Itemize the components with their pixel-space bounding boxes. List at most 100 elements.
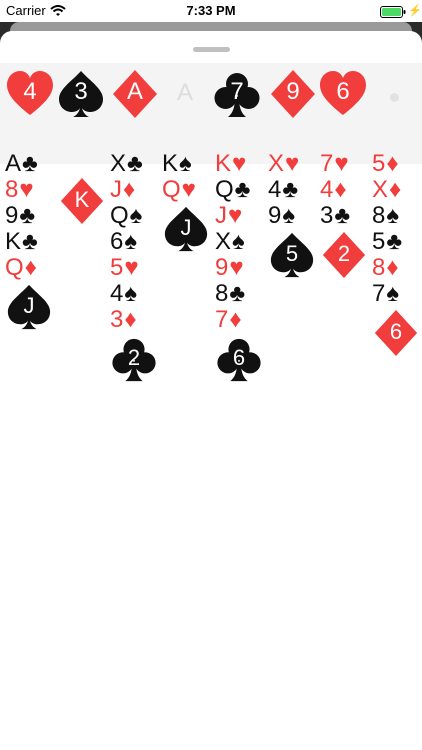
stacked-card[interactable]: 9♣ xyxy=(5,203,59,229)
stacked-card[interactable]: K♥ xyxy=(215,151,269,177)
tableau-column-5: K♥ Q♣ J♥ X♠ 9♥ 8♣ 7♦ 6 xyxy=(215,151,269,385)
card-suit: ♣ xyxy=(22,150,38,177)
card-rank: 6 xyxy=(232,345,246,370)
card-rank: 4 xyxy=(268,176,282,203)
foundation-card-4[interactable]: A xyxy=(160,69,210,119)
card-suit: ♦ xyxy=(123,176,136,203)
foundation-card-3[interactable]: A xyxy=(110,69,160,119)
stacked-card[interactable]: 9♠ xyxy=(268,203,322,229)
card-rank: 9 xyxy=(215,254,229,281)
top-card[interactable]: 2 xyxy=(110,335,158,385)
card-rank: A xyxy=(126,78,143,105)
card-rank: 8 xyxy=(372,254,386,281)
sheet-grabber[interactable] xyxy=(193,47,230,52)
card-rank: Q xyxy=(5,254,24,281)
stacked-card[interactable]: X♣ xyxy=(110,151,164,177)
card-rank: 7 xyxy=(320,150,334,177)
stacked-card[interactable]: Q♣ xyxy=(215,177,269,203)
card-suit: ♦ xyxy=(386,254,399,281)
stacked-card[interactable]: 4♦ xyxy=(320,177,374,203)
tableau-column-2: K xyxy=(58,151,112,227)
stacked-card[interactable]: X♠ xyxy=(215,229,269,255)
card-suit: ♥ xyxy=(285,150,300,177)
card-suit: ♠ xyxy=(386,280,400,307)
top-card[interactable]: 6 xyxy=(215,335,263,385)
card-suit: ♠ xyxy=(129,202,143,229)
card-suit: ♥ xyxy=(334,150,349,177)
status-bar: Carrier 7:33 PM ⚡ xyxy=(0,0,422,22)
tableau-column-1: A♣ 8♥ 9♣ K♣ Q♦ J xyxy=(5,151,59,333)
stacked-card[interactable]: 8♦ xyxy=(372,255,422,281)
tableau-column-6: X♥ 4♣ 9♠ 5 xyxy=(268,151,322,281)
game-sheet: 43AA796 A♣ 8♥ 9♣ K♣ Q♦ J K X♣ J♦ Q♠ 6♠ 5♥ 4♠ 3♦ 2 K♠ Q♥ J… xyxy=(0,31,422,750)
stacked-card[interactable]: X♦ xyxy=(372,177,422,203)
stacked-card[interactable]: 8♥ xyxy=(5,177,59,203)
card-suit: ♣ xyxy=(334,202,351,229)
card-suit: ♥ xyxy=(181,176,196,203)
foundation-card-2[interactable]: 3 xyxy=(56,69,106,119)
top-card[interactable]: K xyxy=(58,177,106,227)
foundation-card-5[interactable]: 7 xyxy=(212,69,262,119)
stacked-card[interactable]: 7♦ xyxy=(215,307,269,333)
page-dot-indicator xyxy=(390,93,399,102)
stacked-card[interactable]: 3♦ xyxy=(110,307,164,333)
stacked-card[interactable]: Q♥ xyxy=(162,177,216,203)
card-rank: 5 xyxy=(372,228,386,255)
card-suit: ♥ xyxy=(228,202,243,229)
card-rank: J xyxy=(23,293,35,318)
stacked-card[interactable]: K♠ xyxy=(162,151,216,177)
card-suit: ♠ xyxy=(282,202,296,229)
stacked-card[interactable]: J♦ xyxy=(110,177,164,203)
card-rank: K xyxy=(162,150,179,177)
card-rank: 4 xyxy=(110,280,124,307)
top-card[interactable]: 6 xyxy=(372,309,420,359)
foundation-card-1[interactable]: 4 xyxy=(5,69,55,119)
card-suit: ♣ xyxy=(19,202,36,229)
stacked-card[interactable]: 4♠ xyxy=(110,281,164,307)
stacked-card[interactable]: 5♥ xyxy=(110,255,164,281)
card-rank: 5 xyxy=(110,254,124,281)
stacked-card[interactable]: 4♣ xyxy=(268,177,322,203)
card-rank: X xyxy=(268,150,285,177)
card-suit: ♣ xyxy=(386,228,403,255)
foundation-card-7[interactable]: 6 xyxy=(318,69,368,119)
card-rank: 9 xyxy=(268,202,282,229)
card-suit: ♦ xyxy=(386,150,399,177)
card-rank: 6 xyxy=(389,319,403,344)
stacked-card[interactable]: 8♣ xyxy=(215,281,269,307)
stacked-card[interactable]: Q♦ xyxy=(5,255,59,281)
card-suit: ♣ xyxy=(282,176,299,203)
card-rank: 7 xyxy=(215,306,229,333)
card-rank: 7 xyxy=(230,78,244,105)
top-card[interactable]: 5 xyxy=(268,231,316,281)
stacked-card[interactable]: K♣ xyxy=(5,229,59,255)
top-card[interactable]: 2 xyxy=(320,231,368,281)
card-rank: 9 xyxy=(5,202,19,229)
card-suit: ♠ xyxy=(124,228,138,255)
stacked-card[interactable]: 5♦ xyxy=(372,151,422,177)
tableau-column-3: X♣ J♦ Q♠ 6♠ 5♥ 4♠ 3♦ 2 xyxy=(110,151,164,385)
stacked-card[interactable]: Q♠ xyxy=(110,203,164,229)
card-rank: 7 xyxy=(372,280,386,307)
foundation-card-6[interactable]: 9 xyxy=(268,69,318,119)
stacked-card[interactable]: 6♠ xyxy=(110,229,164,255)
stacked-card[interactable]: 5♣ xyxy=(372,229,422,255)
card-suit: ♣ xyxy=(234,176,251,203)
stacked-card[interactable]: 3♣ xyxy=(320,203,374,229)
card-suit: ♠ xyxy=(386,202,400,229)
card-suit: ♦ xyxy=(124,306,137,333)
stacked-card[interactable]: A♣ xyxy=(5,151,59,177)
stacked-card[interactable]: 7♠ xyxy=(372,281,422,307)
card-suit: ♥ xyxy=(124,254,139,281)
top-card[interactable]: J xyxy=(5,283,53,333)
card-rank: X xyxy=(215,228,232,255)
top-card[interactable]: J xyxy=(162,205,210,255)
card-suit: ♦ xyxy=(229,306,242,333)
stacked-card[interactable]: 8♠ xyxy=(372,203,422,229)
stacked-card[interactable]: 7♥ xyxy=(320,151,374,177)
card-rank: 8 xyxy=(5,176,19,203)
stacked-card[interactable]: 9♥ xyxy=(215,255,269,281)
stacked-card[interactable]: X♥ xyxy=(268,151,322,177)
card-suit: ♠ xyxy=(179,150,192,177)
stacked-card[interactable]: J♥ xyxy=(215,203,269,229)
